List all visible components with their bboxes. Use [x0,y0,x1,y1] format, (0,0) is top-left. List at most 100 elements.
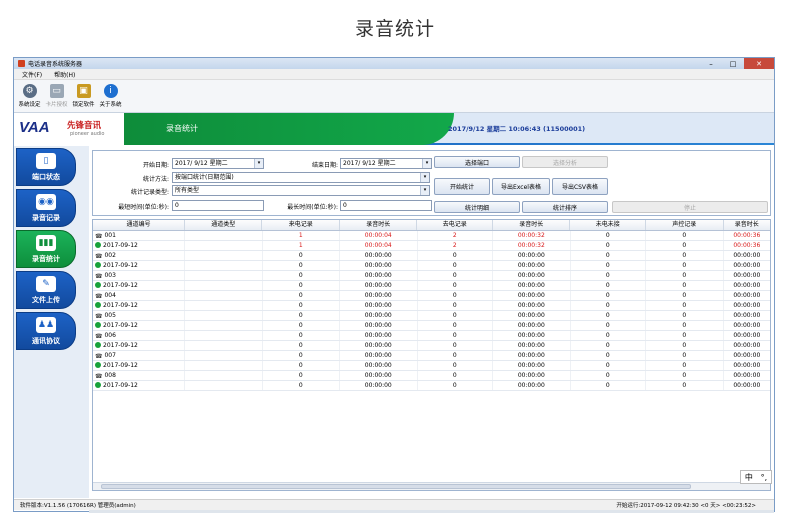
table-cell: 0 [418,301,494,310]
table-row[interactable]: ☎ 001 1 00:00:04 2 00:00:32 0 0 00:00:36 [93,231,770,241]
ime-indicator[interactable]: 中 °, [740,470,772,484]
tape-icon: ◉◉ [36,194,56,210]
method-select[interactable]: 按端口统计(日期范围) ▾ [172,172,430,183]
column-header[interactable]: 录音时长 [493,220,571,230]
system-settings-button[interactable]: ⚙ 系统设定 [17,80,42,112]
close-button[interactable]: ✕ [744,58,774,69]
table-cell: 00:00:00 [340,301,418,310]
column-header[interactable]: 通道编号 [93,220,185,230]
lock-software-button[interactable]: ▣ 锁定软件 [71,80,96,112]
table-cell [185,241,263,250]
sidebar-item-file-upload[interactable]: ✎ 文件上传 [16,271,76,309]
table-cell [185,251,263,260]
sidebar-item-recording-records[interactable]: ◉◉ 录音记录 [16,189,76,227]
table-row[interactable]: 2017-09-12 0 00:00:00 0 00:00:00 0 0 00:00:00 [93,281,770,291]
column-header[interactable]: 声控记录 [646,220,724,230]
table-row[interactable]: 2017-09-12 0 00:00:00 0 00:00:00 0 0 00:00:00 [93,301,770,311]
table-cell: 0 [646,321,724,330]
cell-text: 001 [104,232,116,239]
calendar-dropdown-icon[interactable]: ▾ [422,159,431,168]
sidebar-item-label: 文件上传 [32,296,60,304]
check-circle-icon [95,302,101,308]
lock-software-label: 锁定软件 [72,102,95,108]
table-row[interactable]: 2017-09-12 0 00:00:00 0 00:00:00 0 0 00:00:00 [93,321,770,331]
stats-detail-button[interactable]: 统计明细 [434,201,520,213]
table-cell: 2017-09-12 [93,361,186,370]
table-cell [185,371,263,380]
table-row[interactable]: ☎ 003 0 00:00:00 0 00:00:00 0 0 00:00:00 [93,271,770,281]
scrollbar-thumb[interactable] [101,484,691,489]
record-type-select[interactable]: 所有类型 ▾ [172,185,430,196]
column-header[interactable]: 去电记录 [417,220,493,230]
stats-sort-button[interactable]: 统计排序 [522,201,608,213]
menu-file[interactable]: 文件(F) [22,70,42,79]
column-header[interactable]: 未电未接 [570,220,647,230]
table-cell: 0 [418,371,494,380]
stop-button[interactable]: 停止 [612,201,768,213]
table-row[interactable]: ☎ 007 0 00:00:00 0 00:00:00 0 0 00:00:00 [93,351,770,361]
start-stats-button[interactable]: 开始统计 [434,178,490,195]
table-cell: 0 [571,371,647,380]
table-row[interactable]: 2017-09-12 0 00:00:00 0 00:00:00 0 0 00:00:00 [93,361,770,371]
table-row[interactable]: ☎ 008 0 00:00:00 0 00:00:00 0 0 00:00:00 [93,371,770,381]
table-cell: 00:00:00 [340,311,418,320]
export-csv-button[interactable]: 导出CSV表格 [552,178,608,195]
table-row[interactable]: 2017-09-12 1 00:00:04 2 00:00:32 0 0 00:00:36 [93,241,770,251]
export-excel-button[interactable]: 导出Excel表格 [492,178,550,195]
table-cell: 00:00:00 [493,331,571,340]
table-cell: 00:00:00 [340,261,418,270]
column-header[interactable]: 通道类型 [185,220,263,230]
table-cell: 0 [263,281,341,290]
table-row[interactable]: ☎ 006 0 00:00:00 0 00:00:00 0 0 00:00:00 [93,331,770,341]
table-row[interactable]: ☎ 005 0 00:00:00 0 00:00:00 0 0 00:00:00 [93,311,770,321]
start-date-picker[interactable]: 2017/ 9/12 星期二 ▾ [172,158,264,169]
check-circle-icon [95,262,101,268]
column-header[interactable]: 来电记录 [262,220,340,230]
card-authorize-button[interactable]: ▭ 卡片授权 [44,80,69,112]
table-cell: 00:00:00 [493,301,571,310]
about-button[interactable]: i 关于系统 [98,80,123,112]
phone-icon: ☎ [95,333,103,340]
table-cell: 00:00:00 [733,322,761,329]
table-cell: 0 [571,291,647,300]
max-duration-input[interactable]: 0 [340,200,432,211]
option-analysis-button[interactable]: 选择分析 [522,156,608,168]
table-cell: 0 [263,261,341,270]
minimize-button[interactable]: – [700,58,722,69]
sidebar-item-protocol[interactable]: ♟♟ 通讯协议 [16,312,76,350]
table-cell [185,341,263,350]
table-cell [185,381,263,390]
table-row[interactable]: 2017-09-12 0 00:00:00 0 00:00:00 0 0 00:00:00 [93,381,770,391]
min-duration-input[interactable]: 0 [172,200,264,211]
table-cell: 00:00:00 [493,281,571,290]
chevron-down-icon[interactable]: ▾ [420,173,429,182]
table-row[interactable]: 2017-09-12 0 00:00:00 0 00:00:00 0 0 00:00:00 [93,341,770,351]
table-row[interactable]: ☎ 002 0 00:00:00 0 00:00:00 0 0 00:00:00 [93,251,770,261]
sidebar-item-port-status[interactable]: ▯ 端口状态 [16,148,76,186]
table-row[interactable]: ☎ 004 0 00:00:00 0 00:00:00 0 0 00:00:00 [93,291,770,301]
table-cell: 0 [418,351,494,360]
start-date-value: 2017/ 9/12 星期二 [175,160,228,167]
column-header[interactable]: 录音时长 [724,220,770,230]
end-date-picker[interactable]: 2017/ 9/12 星期二 ▾ [340,158,432,169]
calendar-dropdown-icon[interactable]: ▾ [254,159,263,168]
table-row[interactable]: 2017-09-12 0 00:00:00 0 00:00:00 0 0 00:00:00 [93,261,770,271]
table-cell: 00:00:00 [733,282,761,289]
sidebar-item-recording-stats[interactable]: ▮▮▮ 录音统计 [16,230,76,268]
cell-text: 006 [104,332,116,339]
check-circle-icon [95,282,101,288]
table-cell: 0 [418,251,494,260]
check-circle-icon [95,362,101,368]
table-cell: 1 [263,241,341,250]
menu-help[interactable]: 帮助(H) [54,70,75,79]
table-cell: 00:00:04 [340,231,418,240]
chevron-down-icon[interactable]: ▾ [420,186,429,195]
check-circle-icon [95,322,101,328]
select-port-button[interactable]: 选择端口 [434,156,520,168]
maximize-button[interactable]: □ [722,58,744,69]
version-status: 软件版本:V1.1.56 (170616R) 管理员(admin) [20,503,136,509]
horizontal-scrollbar[interactable] [93,482,770,490]
table-cell: 0 [646,331,724,340]
column-header[interactable]: 录音时长 [340,220,418,230]
table-cell: 00:00:00 [493,341,571,350]
